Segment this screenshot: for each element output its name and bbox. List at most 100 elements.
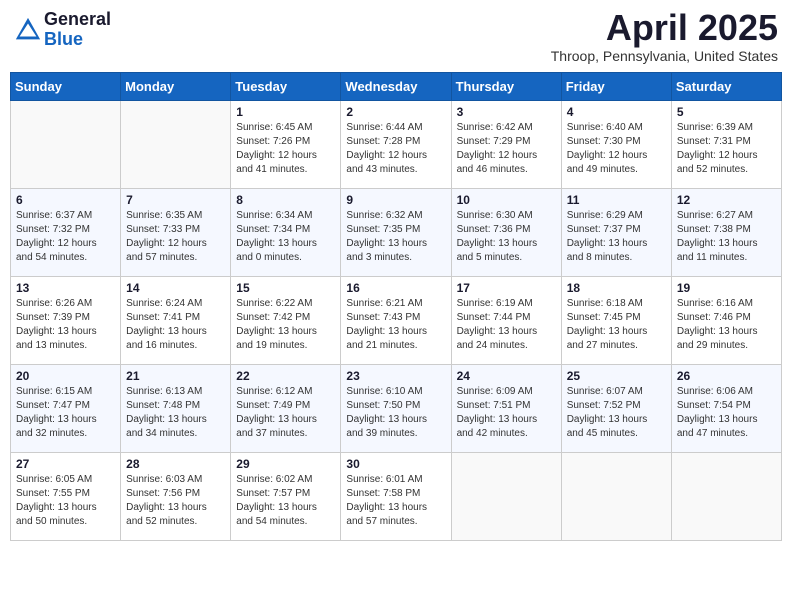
calendar-cell — [561, 453, 671, 541]
calendar-cell: 2Sunrise: 6:44 AMSunset: 7:28 PMDaylight… — [341, 101, 451, 189]
day-number: 10 — [457, 193, 556, 207]
day-detail: Sunrise: 6:01 AMSunset: 7:58 PMDaylight:… — [346, 473, 445, 529]
calendar-cell: 11 Sunrise: 6:29 AMSunset: 7:37 PMDayligh… — [561, 189, 671, 277]
week-row-2: 6 Sunrise: 6:37 AMSunset: 7:32 PMDaylight… — [11, 189, 782, 277]
day-detail: Sunrise: 6:13 AMSunset: 7:48 PMDaylight:… — [126, 385, 225, 441]
calendar-cell: 24Sunrise: 6:09 AMSunset: 7:51 PMDayligh… — [451, 365, 561, 453]
day-detail: Sunrise: 6:07 AMSunset: 7:52 PMDaylight:… — [567, 385, 666, 441]
calendar-cell: 7 Sunrise: 6:35 AMSunset: 7:33 PMDaylight… — [121, 189, 231, 277]
calendar-cell: 8Sunrise: 6:34 AMSunset: 7:34 PMDaylight… — [231, 189, 341, 277]
day-detail: Sunrise: 6:10 AMSunset: 7:50 PMDaylight:… — [346, 385, 445, 441]
calendar-cell: 5 Sunrise: 6:39 AMSunset: 7:31 PMDaylight… — [671, 101, 781, 189]
calendar-cell: 3 Sunrise: 6:42 AMSunset: 7:29 PMDaylight… — [451, 101, 561, 189]
day-detail: Sunrise: 6:02 AMSunset: 7:57 PMDaylight:… — [236, 473, 335, 529]
day-number: 9 — [346, 193, 445, 207]
day-number: 21 — [126, 369, 225, 383]
logo: General Blue — [14, 10, 111, 50]
calendar-cell: 25Sunrise: 6:07 AMSunset: 7:52 PMDayligh… — [561, 365, 671, 453]
day-detail: Sunrise: 6:03 AMSunset: 7:56 PMDaylight:… — [126, 473, 225, 529]
day-detail: Sunrise: 6:29 AMSunset: 7:37 PMDaylight:… — [567, 209, 666, 265]
calendar-cell: 6 Sunrise: 6:37 AMSunset: 7:32 PMDaylight… — [11, 189, 121, 277]
calendar-cell: 22 Sunrise: 6:12 AMSunset: 7:49 PMDayligh… — [231, 365, 341, 453]
day-detail: Sunrise: 6:05 AMSunset: 7:55 PMDaylight:… — [16, 473, 115, 529]
day-header-friday: Friday — [561, 73, 671, 101]
day-header-thursday: Thursday — [451, 73, 561, 101]
day-number: 26 — [677, 369, 776, 383]
header-row: SundayMondayTuesdayWednesdayThursdayFrid… — [11, 73, 782, 101]
day-number: 29 — [236, 457, 335, 471]
day-number: 17 — [457, 281, 556, 295]
calendar-cell: 13 Sunrise: 6:26 AMSunset: 7:39 PMDayligh… — [11, 277, 121, 365]
day-number: 22 — [236, 369, 335, 383]
calendar-cell: 1Sunrise: 6:45 AMSunset: 7:26 PMDaylight… — [231, 101, 341, 189]
day-number: 1 — [236, 105, 335, 119]
day-number: 11 — [567, 193, 666, 207]
calendar-cell: 18 Sunrise: 6:18 AMSunset: 7:45 PMDayligh… — [561, 277, 671, 365]
calendar-cell — [451, 453, 561, 541]
day-number: 13 — [16, 281, 115, 295]
day-detail: Sunrise: 6:06 AMSunset: 7:54 PMDaylight:… — [677, 385, 776, 441]
day-detail: Sunrise: 6:30 AMSunset: 7:36 PMDaylight:… — [457, 209, 556, 265]
day-detail: Sunrise: 6:18 AMSunset: 7:45 PMDaylight:… — [567, 297, 666, 353]
day-number: 3 — [457, 105, 556, 119]
day-number: 19 — [677, 281, 776, 295]
week-row-1: 1Sunrise: 6:45 AMSunset: 7:26 PMDaylight… — [11, 101, 782, 189]
day-number: 5 — [677, 105, 776, 119]
calendar-cell: 16Sunrise: 6:21 AMSunset: 7:43 PMDayligh… — [341, 277, 451, 365]
day-detail: Sunrise: 6:19 AMSunset: 7:44 PMDaylight:… — [457, 297, 556, 353]
logo-icon — [14, 16, 42, 44]
day-header-saturday: Saturday — [671, 73, 781, 101]
week-row-5: 27 Sunrise: 6:05 AMSunset: 7:55 PMDayligh… — [11, 453, 782, 541]
day-number: 6 — [16, 193, 115, 207]
day-detail: Sunrise: 6:27 AMSunset: 7:38 PMDaylight:… — [677, 209, 776, 265]
calendar-cell — [11, 101, 121, 189]
calendar-cell — [671, 453, 781, 541]
day-number: 30 — [346, 457, 445, 471]
day-number: 2 — [346, 105, 445, 119]
day-number: 7 — [126, 193, 225, 207]
calendar-cell: 20 Sunrise: 6:15 AMSunset: 7:47 PMDayligh… — [11, 365, 121, 453]
day-detail: Sunrise: 6:32 AMSunset: 7:35 PMDaylight:… — [346, 209, 445, 265]
calendar-cell: 27 Sunrise: 6:05 AMSunset: 7:55 PMDayligh… — [11, 453, 121, 541]
day-header-wednesday: Wednesday — [341, 73, 451, 101]
day-header-monday: Monday — [121, 73, 231, 101]
calendar-cell: 28 Sunrise: 6:03 AMSunset: 7:56 PMDayligh… — [121, 453, 231, 541]
day-number: 14 — [126, 281, 225, 295]
day-detail: Sunrise: 6:22 AMSunset: 7:42 PMDaylight:… — [236, 297, 335, 353]
calendar-table: SundayMondayTuesdayWednesdayThursdayFrid… — [10, 72, 782, 541]
calendar-cell: 21 Sunrise: 6:13 AMSunset: 7:48 PMDayligh… — [121, 365, 231, 453]
location-title: Throop, Pennsylvania, United States — [551, 48, 778, 64]
day-detail: Sunrise: 6:16 AMSunset: 7:46 PMDaylight:… — [677, 297, 776, 353]
day-detail: Sunrise: 6:09 AMSunset: 7:51 PMDaylight:… — [457, 385, 556, 441]
calendar-cell: 30 Sunrise: 6:01 AMSunset: 7:58 PMDayligh… — [341, 453, 451, 541]
day-detail: Sunrise: 6:15 AMSunset: 7:47 PMDaylight:… — [16, 385, 115, 441]
calendar-cell: 17 Sunrise: 6:19 AMSunset: 7:44 PMDayligh… — [451, 277, 561, 365]
day-detail: Sunrise: 6:35 AMSunset: 7:33 PMDaylight:… — [126, 209, 225, 265]
calendar-cell: 10 Sunrise: 6:30 AMSunset: 7:36 PMDayligh… — [451, 189, 561, 277]
week-row-3: 13 Sunrise: 6:26 AMSunset: 7:39 PMDayligh… — [11, 277, 782, 365]
header: General Blue April 2025 Throop, Pennsylv… — [10, 10, 782, 64]
day-detail: Sunrise: 6:26 AMSunset: 7:39 PMDaylight:… — [16, 297, 115, 353]
title-area: April 2025 Throop, Pennsylvania, United … — [551, 10, 778, 64]
day-detail: Sunrise: 6:12 AMSunset: 7:49 PMDaylight:… — [236, 385, 335, 441]
day-detail: Sunrise: 6:37 AMSunset: 7:32 PMDaylight:… — [16, 209, 115, 265]
calendar-cell: 23Sunrise: 6:10 AMSunset: 7:50 PMDayligh… — [341, 365, 451, 453]
day-number: 20 — [16, 369, 115, 383]
calendar-cell: 19 Sunrise: 6:16 AMSunset: 7:46 PMDayligh… — [671, 277, 781, 365]
day-number: 18 — [567, 281, 666, 295]
day-detail: Sunrise: 6:42 AMSunset: 7:29 PMDaylight:… — [457, 121, 556, 177]
day-detail: Sunrise: 6:34 AMSunset: 7:34 PMDaylight:… — [236, 209, 335, 265]
calendar-cell: 12 Sunrise: 6:27 AMSunset: 7:38 PMDayligh… — [671, 189, 781, 277]
calendar-cell: 14Sunrise: 6:24 AMSunset: 7:41 PMDayligh… — [121, 277, 231, 365]
month-title: April 2025 — [551, 10, 778, 46]
week-row-4: 20 Sunrise: 6:15 AMSunset: 7:47 PMDayligh… — [11, 365, 782, 453]
logo-text: General Blue — [44, 10, 111, 50]
calendar-cell — [121, 101, 231, 189]
calendar-cell: 29 Sunrise: 6:02 AMSunset: 7:57 PMDayligh… — [231, 453, 341, 541]
day-number: 4 — [567, 105, 666, 119]
day-detail: Sunrise: 6:39 AMSunset: 7:31 PMDaylight:… — [677, 121, 776, 177]
day-number: 28 — [126, 457, 225, 471]
day-number: 27 — [16, 457, 115, 471]
day-number: 16 — [346, 281, 445, 295]
day-number: 12 — [677, 193, 776, 207]
